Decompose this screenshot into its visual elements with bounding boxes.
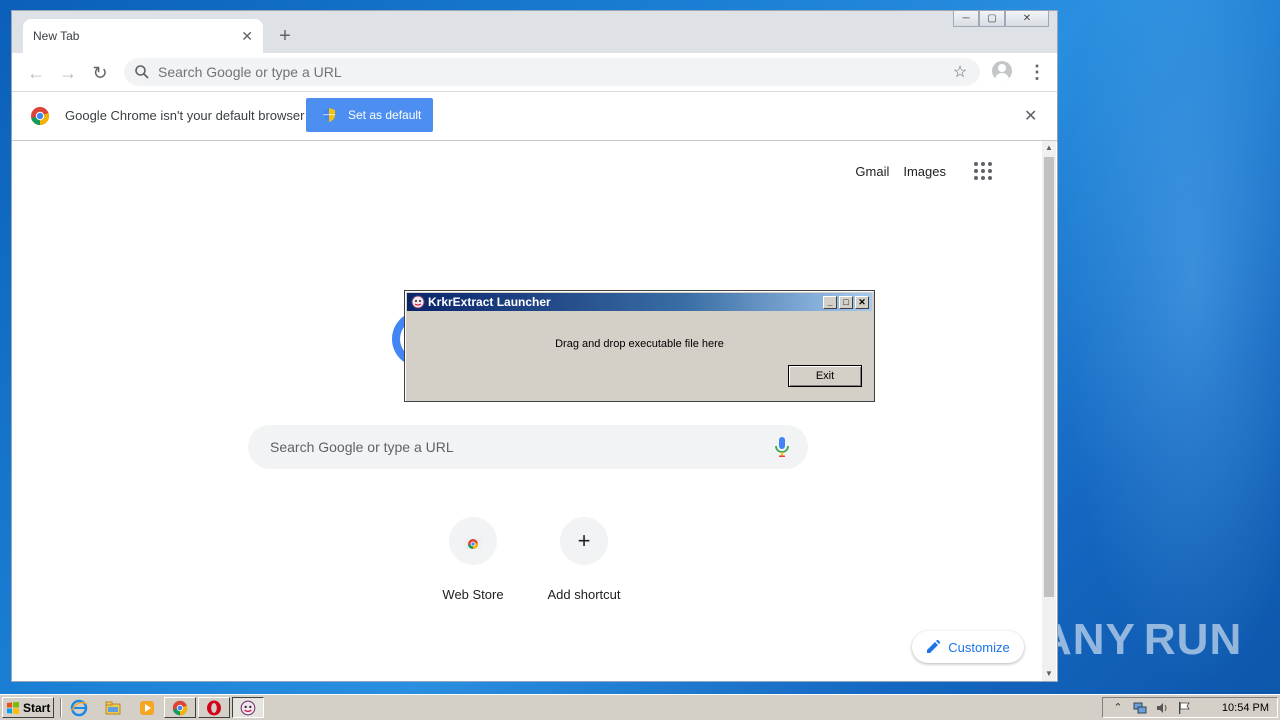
start-button[interactable]: Start [2, 697, 54, 718]
omnibox-input[interactable] [156, 63, 948, 81]
search-icon [135, 65, 149, 79]
new-tab-page: Gmail Images Search Google or type a URL… [12, 141, 1042, 681]
opera-icon [207, 700, 221, 715]
chrome-menu-icon[interactable]: ⋮ [1028, 61, 1046, 85]
scroll-down-icon[interactable]: ▼ [1042, 667, 1056, 681]
reload-button[interactable]: ↻ [88, 61, 112, 85]
shortcut-add[interactable]: + Add shortcut [528, 517, 640, 602]
customize-label: Customize [948, 639, 1010, 655]
shortcut-circle [449, 517, 497, 565]
ntp-search-input[interactable] [268, 438, 774, 456]
desktop-background [1060, 0, 1280, 690]
default-browser-infobar: Google Chrome isn't your default browser… [12, 92, 1057, 141]
scroll-thumb[interactable] [1044, 157, 1054, 597]
infobar-message: Google Chrome isn't your default browser [65, 108, 305, 123]
chrome-icon [172, 700, 188, 715]
google-apps-icon[interactable] [974, 162, 992, 180]
close-window-button[interactable]: ✕ [1005, 11, 1049, 27]
clock[interactable]: 10:54 PM [1222, 702, 1269, 714]
back-button[interactable]: ← [24, 61, 48, 85]
exit-button[interactable]: Exit [788, 365, 862, 387]
taskbar-separator [60, 698, 62, 717]
new-tab-button[interactable]: + [274, 25, 296, 47]
ntp-search-box[interactable] [248, 425, 808, 469]
webstore-icon [464, 538, 482, 550]
dialog-minimize-button[interactable]: _ [823, 295, 837, 309]
dialog-titlebar[interactable]: KrkrExtract Launcher _ □ ✕ [407, 293, 872, 311]
taskbar: Start ⌃ 10:54 PM [0, 694, 1280, 720]
taskbar-krkrextract[interactable] [232, 697, 264, 718]
tab-strip: New Tab ✕ + ─ ▢ ✕ [12, 11, 1057, 53]
omnibox[interactable]: ☆ [124, 58, 980, 86]
tab-new-tab[interactable]: New Tab ✕ [23, 19, 263, 53]
tab-title: New Tab [33, 29, 80, 43]
dialog-title: KrkrExtract Launcher [428, 295, 551, 309]
gmail-link[interactable]: Gmail [855, 164, 889, 179]
maximize-button[interactable]: ▢ [979, 11, 1005, 27]
dialog-close-button[interactable]: ✕ [855, 295, 869, 309]
top-links: Gmail Images [855, 162, 992, 180]
dialog-message: Drag and drop executable file here [555, 338, 724, 350]
chrome-logo-icon [31, 107, 50, 126]
dialog-maximize-button[interactable]: □ [839, 295, 853, 309]
shortcut-label: Web Store [442, 587, 504, 602]
ie-icon[interactable] [70, 699, 88, 717]
minimize-button[interactable]: ─ [953, 11, 979, 27]
page-scrollbar[interactable]: ▲ ▼ [1042, 141, 1056, 681]
uac-shield-icon [323, 108, 335, 122]
infobar-close-icon[interactable]: ✕ [1024, 106, 1037, 126]
action-center-flag-icon[interactable] [1177, 701, 1191, 715]
shortcut-label: Add shortcut [547, 587, 621, 602]
taskbar-chrome[interactable] [164, 697, 196, 718]
explorer-icon[interactable] [104, 699, 122, 717]
krkrextract-app-icon [411, 295, 425, 309]
taskbar-opera[interactable] [198, 697, 230, 718]
microphone-icon[interactable] [774, 436, 790, 458]
krkrextract-icon [240, 700, 256, 715]
start-label: Start [23, 700, 51, 715]
window-controls: ─ ▢ ✕ [953, 11, 1049, 29]
profile-avatar-icon[interactable] [992, 61, 1012, 81]
watermark-run: RUN [1143, 615, 1243, 664]
images-link[interactable]: Images [903, 164, 946, 179]
customize-button[interactable]: Customize [912, 631, 1024, 663]
pencil-icon [927, 640, 941, 653]
show-hidden-icons-icon[interactable]: ⌃ [1111, 701, 1125, 715]
system-tray: ⌃ 10:54 PM [1102, 697, 1278, 718]
tab-close-icon[interactable]: ✕ [241, 28, 253, 45]
volume-icon[interactable] [1155, 701, 1169, 715]
shortcut-web-store[interactable]: Web Store [417, 517, 529, 602]
scroll-up-icon[interactable]: ▲ [1042, 141, 1056, 155]
browser-toolbar: ← → ↻ ☆ ⋮ [12, 53, 1057, 92]
plus-icon: + [560, 517, 608, 565]
krkrextract-dialog: KrkrExtract Launcher _ □ ✕ Drag and drop… [404, 290, 875, 402]
forward-button[interactable]: → [56, 61, 80, 85]
set-as-default-label: Set as default [348, 108, 422, 122]
watermark: ANY RUN [1040, 608, 1243, 672]
network-icon[interactable] [1133, 701, 1147, 715]
windows-logo-icon [7, 701, 19, 714]
bookmark-star-icon[interactable]: ☆ [948, 62, 972, 82]
set-as-default-button[interactable]: Set as default [306, 98, 433, 132]
media-player-icon[interactable] [138, 699, 156, 717]
